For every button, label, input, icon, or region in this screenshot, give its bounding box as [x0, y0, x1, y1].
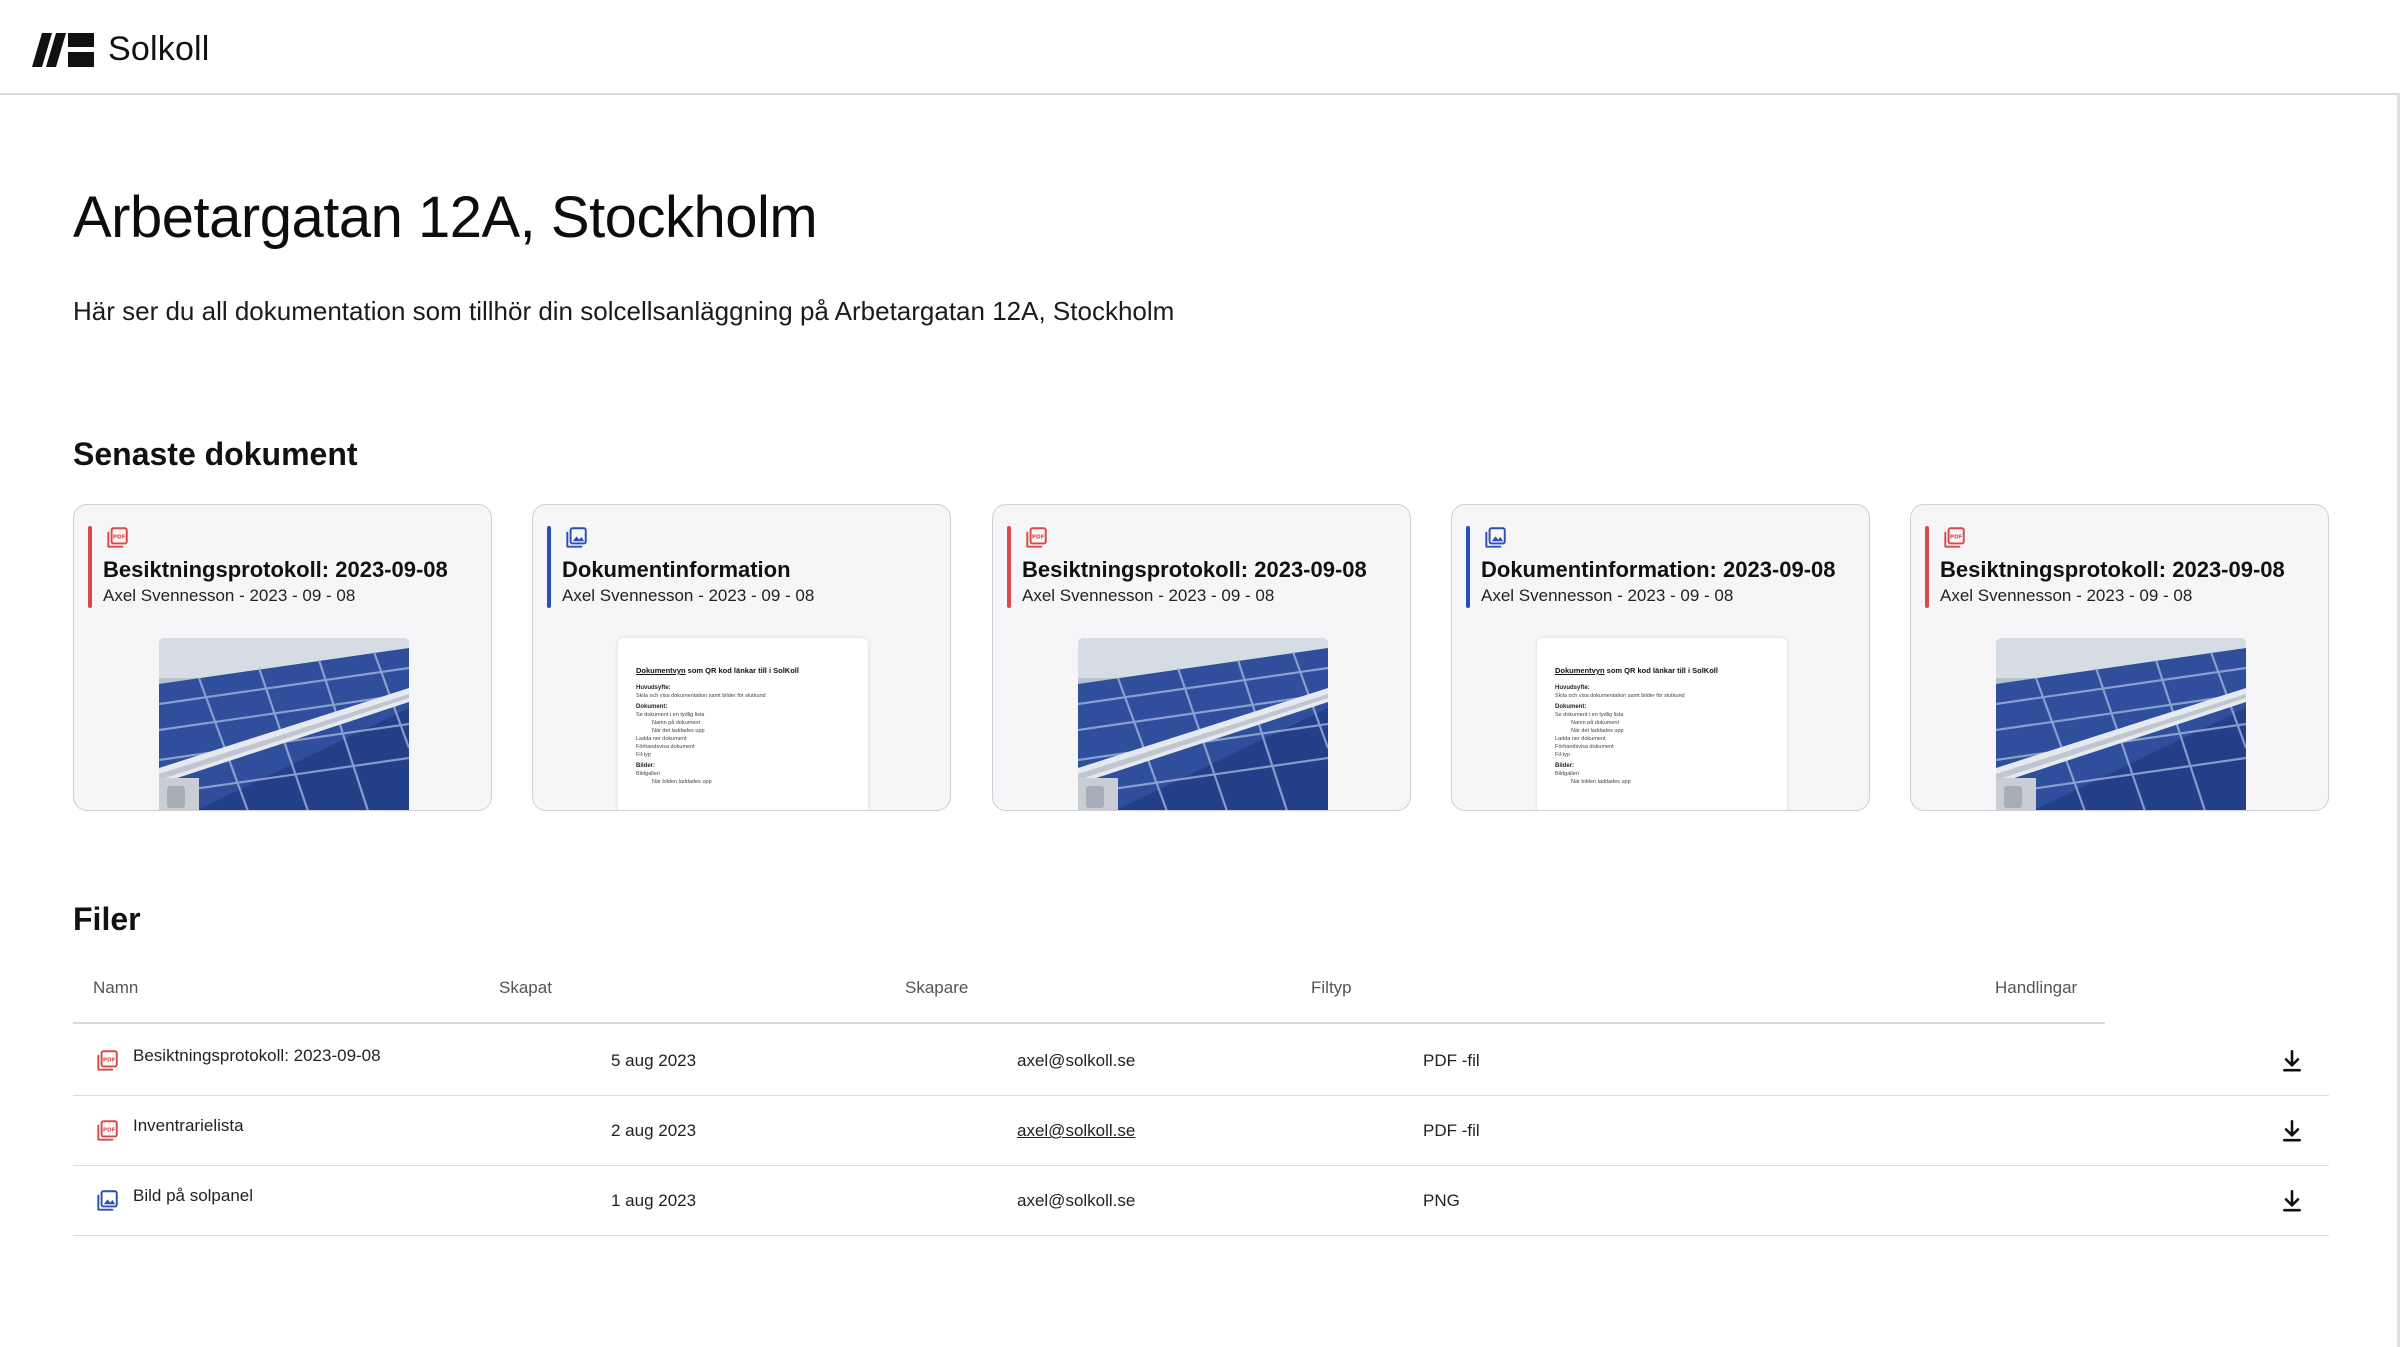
- card-accent: [1466, 526, 1470, 608]
- pdf-file-icon: [94, 1048, 120, 1074]
- file-created: 5 aug 2023: [611, 1051, 697, 1070]
- page-title: Arbetargatan 12A, Stockholm: [73, 185, 818, 250]
- card-subtitle: Axel Svennesson - 2023 - 09 - 08: [1940, 586, 2193, 605]
- solar-panel-thumbnail: [1078, 638, 1328, 811]
- doc-preview-line: Bildgalleri: [1555, 771, 1579, 777]
- card-subtitle: Axel Svennesson - 2023 - 09 - 08: [1022, 586, 1275, 605]
- doc-preview-line: Namn på dokument: [1571, 720, 1619, 726]
- file-name[interactable]: Inventrarielista: [133, 1116, 244, 1136]
- doc-preview-label: Bilder:: [1555, 763, 1575, 769]
- doc-preview-label: Huvudsyfte:: [636, 685, 671, 691]
- document-card[interactable]: Besiktningsprotokoll: 2023-09-08 Axel Sv…: [1910, 504, 2329, 811]
- card-subtitle: Axel Svennesson - 2023 - 09 - 08: [103, 586, 356, 605]
- file-name[interactable]: Bild på solpanel: [133, 1186, 253, 1206]
- doc-preview-line: Se dokument i en tydlig lista: [1555, 712, 1624, 718]
- file-created: 2 aug 2023: [611, 1121, 697, 1140]
- document-card[interactable]: Besiktningsprotokoll: 2023-09-08 Axel Sv…: [992, 504, 1411, 811]
- doc-preview-line: Ladda ner dokument: [1555, 736, 1606, 742]
- solar-panel-image: [159, 638, 409, 811]
- file-creator-link[interactable]: axel@solkoll.se: [1017, 1121, 1135, 1141]
- doc-preview-line: Ladda ner dokument: [636, 736, 687, 742]
- card-accent: [88, 526, 92, 608]
- doc-preview-line: När det laddades upp: [1571, 728, 1624, 734]
- card-subtitle: Axel Svennesson - 2023 - 09 - 08: [1481, 586, 1734, 605]
- column-header-creator[interactable]: Skapare: [905, 978, 968, 998]
- column-header-created[interactable]: Skapat: [499, 978, 552, 998]
- brand-name: Solkoll: [108, 30, 210, 68]
- file-creator: axel@solkoll.se: [1017, 1191, 1136, 1210]
- solar-panel-thumbnail: [159, 638, 409, 811]
- table-row[interactable]: Bild på solpanel 1 aug 2023 axel@solkoll…: [73, 1166, 2329, 1236]
- recent-documents-heading: Senaste dokument: [73, 436, 358, 472]
- image-file-icon: [563, 525, 589, 551]
- logo-mark-icon: [32, 33, 94, 67]
- column-header-actions: Handlingar: [1995, 978, 2078, 997]
- document-card[interactable]: Dokumentinformation: 2023-09-08 Axel Sve…: [1451, 504, 1870, 811]
- download-icon[interactable]: [2279, 1048, 2305, 1074]
- card-accent: [547, 526, 551, 608]
- card-title: Besiktningsprotokoll: 2023-09-08: [1940, 557, 2285, 582]
- file-name[interactable]: Besiktningsprotokoll: 2023-09-08: [133, 1046, 381, 1066]
- doc-preview-line: Se dokument i en tydlig lista: [636, 712, 705, 718]
- card-title: Dokumentinformation: [562, 557, 791, 582]
- doc-preview-line: Fil-typ: [636, 752, 651, 758]
- doc-preview-line: Skila och visa dokumentation samt bilder…: [636, 693, 766, 699]
- recent-documents-list: Besiktningsprotokoll: 2023-09-08 Axel Sv…: [73, 504, 2329, 811]
- page-description: Här ser du all dokumentation som tillhör…: [73, 296, 1175, 326]
- doc-preview-line: Namn på dokument: [652, 720, 700, 726]
- download-icon[interactable]: [2279, 1188, 2305, 1214]
- solar-panel-image: [1996, 638, 2246, 811]
- column-header-type[interactable]: Filtyp: [1311, 978, 1352, 998]
- doc-preview-label: Huvudsyfte:: [1555, 685, 1590, 691]
- document-card[interactable]: Besiktningsprotokoll: 2023-09-08 Axel Sv…: [73, 504, 492, 811]
- table-row[interactable]: Inventrarielista 2 aug 2023 axel@solkoll…: [73, 1096, 2329, 1166]
- file-type: PDF -fil: [1423, 1121, 1480, 1140]
- solar-panel-thumbnail: [1996, 638, 2246, 811]
- pdf-file-icon: [1023, 525, 1049, 551]
- image-file-icon: [94, 1188, 120, 1214]
- brand-logo[interactable]: Solkoll: [32, 30, 210, 69]
- files-heading: Filer: [73, 901, 141, 937]
- top-bar: Solkoll: [0, 0, 2400, 95]
- card-accent: [1925, 526, 1929, 608]
- download-icon[interactable]: [2279, 1118, 2305, 1144]
- card-title: Besiktningsprotokoll: 2023-09-08: [1022, 557, 1367, 582]
- card-title: Dokumentinformation: 2023-09-08: [1481, 557, 1836, 582]
- pdf-file-icon: [94, 1118, 120, 1144]
- doc-preview-line: Förhandsvisa dokument: [1555, 744, 1614, 750]
- file-type: PNG: [1423, 1191, 1460, 1210]
- doc-preview-label: Dokument:: [636, 704, 668, 710]
- doc-preview-line: Fil-typ: [1555, 752, 1570, 758]
- column-header-name[interactable]: Namn: [93, 978, 138, 998]
- solar-panel-image: [1078, 638, 1328, 811]
- doc-preview-line: När det laddades upp: [652, 728, 705, 734]
- pdf-file-icon: [1941, 525, 1967, 551]
- files-table-header: Namn Skapat Skapare Filtyp Handlingar: [73, 970, 2105, 1024]
- file-created: 1 aug 2023: [611, 1191, 697, 1210]
- card-accent: [1007, 526, 1011, 608]
- doc-preview-label: Dokument:: [1555, 704, 1587, 710]
- table-row[interactable]: Besiktningsprotokoll: 2023-09-08 5 aug 2…: [73, 1026, 2329, 1096]
- card-title: Besiktningsprotokoll: 2023-09-08: [103, 557, 448, 582]
- doc-preview-line: Skila och visa dokumentation samt bilder…: [1555, 693, 1685, 699]
- doc-preview-line: När bilden laddades upp: [1571, 779, 1631, 785]
- doc-preview-label: Bilder:: [636, 763, 656, 769]
- file-type: PDF -fil: [1423, 1051, 1480, 1070]
- document-card[interactable]: Dokumentinformation Axel Svennesson - 20…: [532, 504, 951, 811]
- pdf-file-icon: [104, 525, 130, 551]
- card-subtitle: Axel Svennesson - 2023 - 09 - 08: [562, 586, 815, 605]
- doc-preview-line: Bildgalleri: [636, 771, 660, 777]
- doc-preview-line: Förhandsvisa dokument: [636, 744, 695, 750]
- doc-preview-heading: Dokumentvyn som QR kod länkar till i Sol…: [1555, 666, 1718, 675]
- image-file-icon: [1482, 525, 1508, 551]
- doc-preview-line: När bilden laddades upp: [652, 779, 712, 785]
- doc-preview-heading: Dokumentvyn som QR kod länkar till i Sol…: [636, 666, 799, 675]
- document-thumbnail: Dokumentvyn som QR kod länkar till i Sol…: [1537, 638, 1787, 810]
- document-thumbnail: Dokumentvyn som QR kod länkar till i Sol…: [618, 638, 868, 810]
- file-creator: axel@solkoll.se: [1017, 1051, 1136, 1070]
